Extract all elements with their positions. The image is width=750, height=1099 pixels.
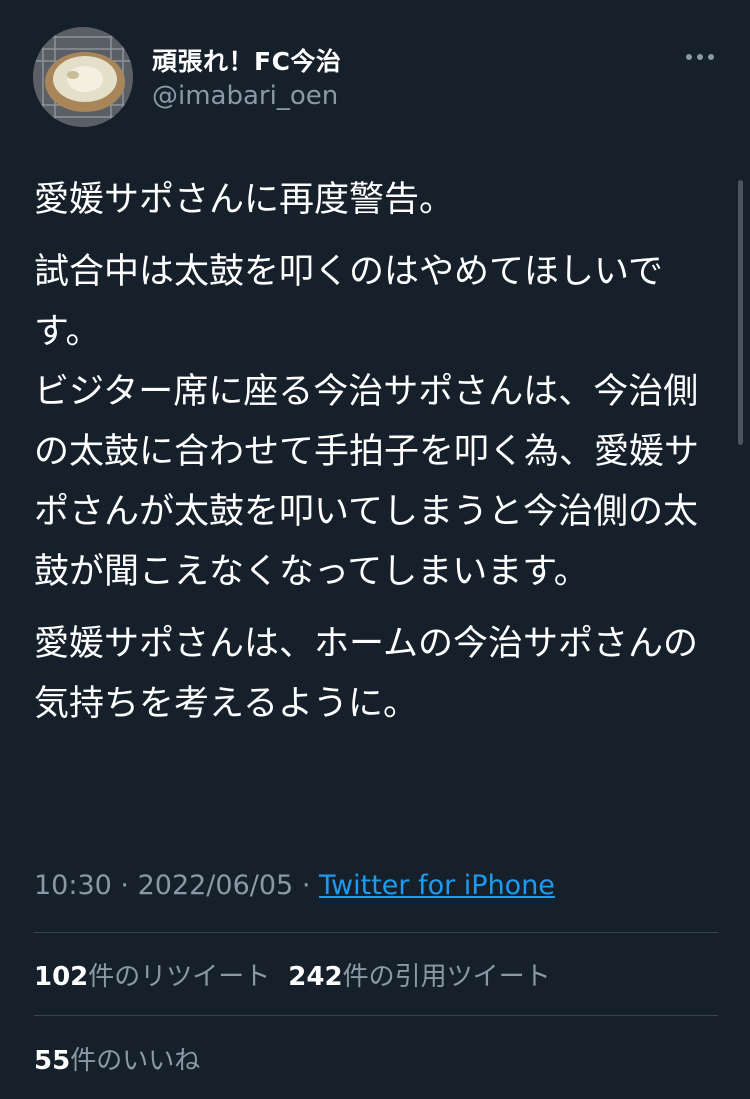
avatar-image <box>33 27 133 127</box>
tweet-paragraph: 愛媛サポさんに再度警告。 <box>34 180 455 220</box>
tweet-text: 愛媛サポさんに再度警告。 試合中は太鼓を叩くのはやめてほしいです。 ビジター席に… <box>34 170 704 734</box>
quotes-count: 242 <box>288 962 343 992</box>
author-handle[interactable]: @imabari_oen <box>152 81 338 111</box>
divider <box>34 1015 718 1016</box>
likes-count: 55 <box>34 1046 71 1076</box>
retweet-stats: 102件のリツイート 242件の引用ツイート <box>34 956 551 993</box>
quotes-stat[interactable]: 242件の引用ツイート <box>288 962 550 992</box>
meta-separator: · <box>120 870 129 901</box>
scrollbar[interactable] <box>738 180 743 445</box>
tweet-date[interactable]: 2022/06/05 <box>138 870 294 901</box>
tweet-meta: 10:30 · 2022/06/05 · Twitter for iPhone <box>34 870 555 901</box>
meta-separator: · <box>301 870 311 901</box>
tweet-time[interactable]: 10:30 <box>34 870 112 901</box>
retweets-stat[interactable]: 102件のリツイート <box>34 962 270 992</box>
divider <box>34 932 718 933</box>
quotes-label: 件の引用ツイート <box>342 962 551 992</box>
likes-label: 件のいいね <box>70 1046 201 1076</box>
tweet-paragraph: 試合中は太鼓を叩くのはやめてほしいです。 ビジター席に座る今治サポさんは、今治側… <box>34 252 700 592</box>
tweet-source-link[interactable]: Twitter for iPhone <box>319 870 555 901</box>
avatar[interactable] <box>33 27 133 127</box>
more-horizontal-icon[interactable] <box>678 42 722 72</box>
tweet-paragraph: 愛媛サポさんは、ホームの今治サポさんの気持ちを考えるように。 <box>34 624 698 724</box>
more-dot <box>697 54 703 60</box>
retweets-count: 102 <box>34 962 89 992</box>
more-dot <box>686 54 692 60</box>
retweets-label: 件のリツイート <box>88 962 271 992</box>
likes-stats: 55件のいいね <box>34 1040 200 1077</box>
likes-stat[interactable]: 55件のいいね <box>34 1046 200 1076</box>
more-dot <box>708 54 714 60</box>
tweet-header: 頑張れ！FC今治 @imabari_oen <box>0 0 750 150</box>
author-display-name[interactable]: 頑張れ！FC今治 <box>152 42 341 78</box>
